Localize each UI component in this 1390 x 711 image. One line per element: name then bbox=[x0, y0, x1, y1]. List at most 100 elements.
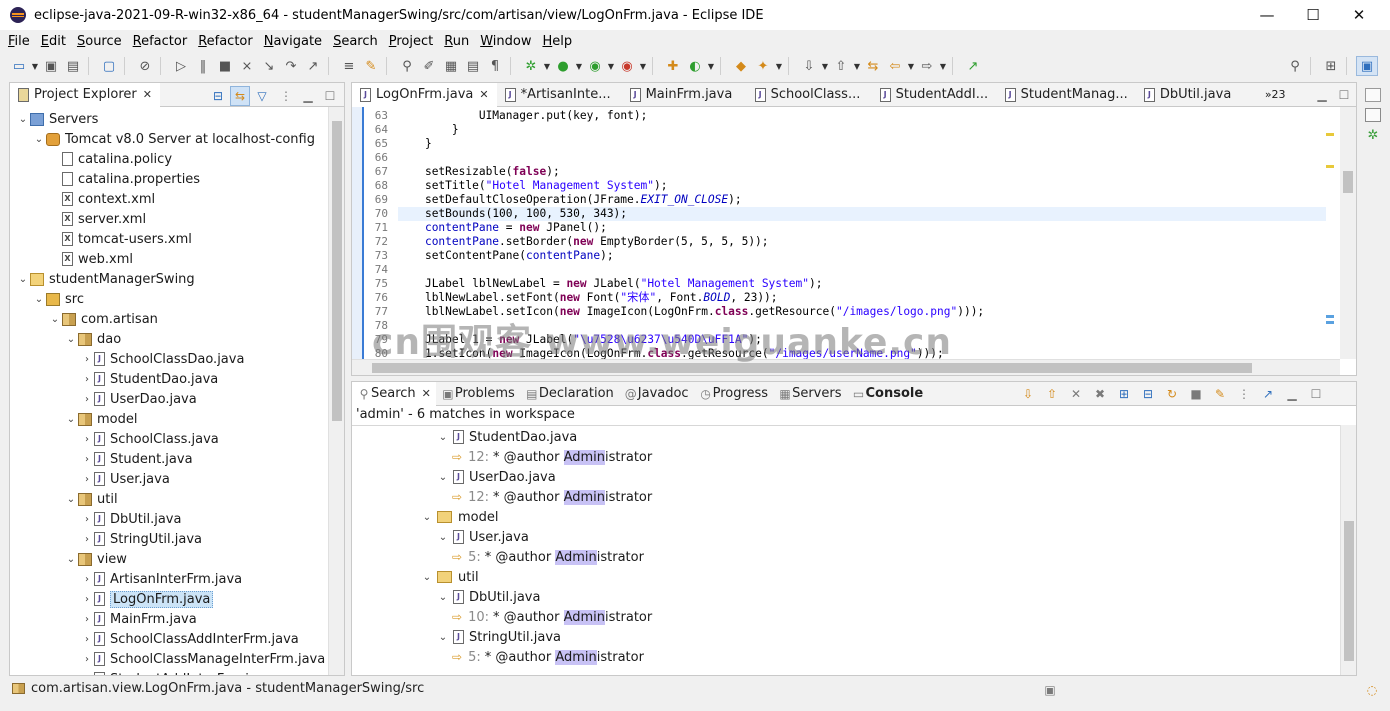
explorer-scrollbar[interactable] bbox=[328, 107, 344, 675]
maximize-view-icon[interactable]: ☐ bbox=[1306, 384, 1326, 404]
external-tools-icon[interactable]: ◉ bbox=[616, 56, 638, 76]
pin-icon[interactable]: ⚲ bbox=[396, 56, 418, 76]
word-wrap-icon[interactable]: ▤ bbox=[462, 56, 484, 76]
tree-item[interactable]: ⌄ Servers bbox=[16, 109, 99, 129]
chevron-right-icon[interactable]: › bbox=[80, 454, 94, 465]
last-edit-location-icon[interactable]: ⇆ bbox=[862, 56, 884, 76]
step-return-icon[interactable]: ↗ bbox=[302, 56, 324, 76]
code-line[interactable] bbox=[398, 151, 1326, 165]
chevron-right-icon[interactable]: › bbox=[80, 634, 94, 645]
search-result-node[interactable]: ⌄ StudentDao.java bbox=[436, 427, 577, 447]
new-class-dropdown-icon[interactable]: ▼ bbox=[706, 56, 716, 76]
chevron-down-icon[interactable]: ⌄ bbox=[16, 114, 30, 125]
code-line[interactable]: lblNewLabel.setFont(new Font("宋体", Font.… bbox=[398, 291, 1326, 305]
chevron-down-icon[interactable]: ⌄ bbox=[436, 592, 450, 603]
tree-item[interactable]: ⌄ com.artisan bbox=[48, 309, 158, 329]
chevron-right-icon[interactable]: › bbox=[80, 354, 94, 365]
minimize-view-icon[interactable]: ▁ bbox=[298, 86, 318, 106]
tree-item[interactable]: › SchoolClassAddInterFrm.java bbox=[80, 629, 299, 649]
outline-icon[interactable] bbox=[1365, 108, 1381, 122]
search-match[interactable]: ⇨ 12: * @author Admin istrator bbox=[452, 487, 652, 507]
search-result-node[interactable]: ⌄ StringUtil.java bbox=[436, 627, 561, 647]
tree-item[interactable]: web.xml bbox=[48, 249, 133, 269]
remove-all-matches-icon[interactable]: ✖ bbox=[1090, 384, 1110, 404]
new-dropdown-icon[interactable]: ▼ bbox=[30, 56, 40, 76]
link-with-editor-icon[interactable]: ⇆ bbox=[230, 86, 250, 106]
search-result-node[interactable]: ⌄ util bbox=[420, 567, 479, 587]
explorer-scrollbar-thumb[interactable] bbox=[332, 121, 342, 421]
tab-console[interactable]: ▭ Console bbox=[846, 382, 928, 406]
terminate-icon[interactable]: ■ bbox=[214, 56, 236, 76]
search-result-node[interactable]: ⌄ UserDao.java bbox=[436, 467, 556, 487]
editor-vertical-scrollbar[interactable] bbox=[1340, 107, 1356, 359]
maximize-view-icon[interactable]: ☐ bbox=[320, 86, 340, 106]
tab-servers[interactable]: ▦ Servers bbox=[773, 382, 846, 406]
collapse-all-icon[interactable]: ⊟ bbox=[1138, 384, 1158, 404]
code-line[interactable]: contentPane = new JPanel(); bbox=[398, 221, 1326, 235]
menu-search[interactable]: Search bbox=[333, 34, 378, 49]
code-line[interactable] bbox=[398, 263, 1326, 277]
menu-file[interactable]: File bbox=[8, 34, 30, 49]
skip-breakpoints-icon[interactable]: ⊘ bbox=[134, 56, 156, 76]
chevron-right-icon[interactable]: › bbox=[80, 614, 94, 625]
chevron-right-icon[interactable]: › bbox=[80, 594, 94, 605]
editor-tab[interactable]: LogOnFrm.java ✕ bbox=[352, 83, 497, 107]
tree-item[interactable]: › DbUtil.java bbox=[80, 509, 181, 529]
view-menu-icon[interactable]: ⋮ bbox=[276, 86, 296, 106]
chevron-down-icon[interactable]: ⌄ bbox=[64, 494, 78, 505]
menu-edit[interactable]: Edit bbox=[41, 34, 66, 49]
tree-item[interactable]: catalina.properties bbox=[48, 169, 200, 189]
code-line[interactable]: setBounds(100, 100, 530, 343); bbox=[398, 207, 1326, 221]
tree-item[interactable]: › SchoolClass.java bbox=[80, 429, 219, 449]
search-result-node[interactable]: ⌄ DbUtil.java bbox=[436, 587, 541, 607]
tree-item[interactable]: server.xml bbox=[48, 209, 146, 229]
view-menu-icon[interactable]: ⋮ bbox=[1234, 384, 1254, 404]
open-perspective-icon[interactable]: ⊞ bbox=[1320, 56, 1342, 76]
close-icon[interactable]: ✕ bbox=[422, 387, 431, 400]
chevron-right-icon[interactable]: › bbox=[80, 394, 94, 405]
next-match-icon[interactable]: ⇩ bbox=[1018, 384, 1038, 404]
search-scrollbar-thumb[interactable] bbox=[1344, 521, 1354, 661]
tree-item[interactable]: › UserDao.java bbox=[80, 389, 197, 409]
run-dropdown-icon[interactable]: ▼ bbox=[574, 56, 584, 76]
code-line[interactable]: contentPane.setBorder(new EmptyBorder(5,… bbox=[398, 235, 1326, 249]
show-whitespace-icon[interactable]: ¶ bbox=[484, 56, 506, 76]
previous-annotation-dropdown-icon[interactable]: ▼ bbox=[852, 56, 862, 76]
new-java-package-icon[interactable]: ✚ bbox=[662, 56, 684, 76]
close-icon[interactable]: ✕ bbox=[143, 88, 152, 101]
tree-item[interactable]: › StringUtil.java bbox=[80, 529, 202, 549]
restore-icon[interactable] bbox=[1365, 88, 1381, 102]
terminal-icon[interactable]: ▢ bbox=[98, 56, 120, 76]
chevron-down-icon[interactable]: ⌄ bbox=[48, 314, 62, 325]
back-dropdown-icon[interactable]: ▼ bbox=[906, 56, 916, 76]
tree-item[interactable]: ⌄ src bbox=[32, 289, 84, 309]
tab-declaration[interactable]: ▤ Declaration bbox=[520, 382, 619, 406]
editor-tab[interactable]: *ArtisanInte... bbox=[497, 83, 622, 107]
code-line[interactable]: setContentPane(contentPane); bbox=[398, 249, 1326, 263]
close-button[interactable]: ✕ bbox=[1336, 0, 1382, 30]
minimize-view-icon[interactable]: ▁ bbox=[1312, 85, 1332, 105]
open-type-icon[interactable]: ◆ bbox=[730, 56, 752, 76]
chevron-down-icon[interactable]: ⌄ bbox=[64, 334, 78, 345]
tree-item[interactable]: › MainFrm.java bbox=[80, 609, 197, 629]
search-match[interactable]: ⇨ 12: * @author Admin istrator bbox=[452, 447, 652, 467]
tree-item[interactable]: › StudentDao.java bbox=[80, 369, 218, 389]
maximize-view-icon[interactable]: ☐ bbox=[1334, 85, 1354, 105]
search-icon[interactable]: ⚲ bbox=[1284, 56, 1306, 76]
debug-dropdown-icon[interactable]: ▼ bbox=[542, 56, 552, 76]
minimize-button[interactable]: — bbox=[1244, 0, 1290, 30]
code-line[interactable]: } bbox=[398, 123, 1326, 137]
tree-item[interactable]: › User.java bbox=[80, 469, 170, 489]
tree-item[interactable]: › Student.java bbox=[80, 449, 193, 469]
chevron-right-icon[interactable]: › bbox=[80, 674, 94, 676]
toggle-mark-icon[interactable]: ≡ bbox=[338, 56, 360, 76]
maximize-button[interactable]: ☐ bbox=[1290, 0, 1336, 30]
tree-item[interactable]: › StudentAddInterFrm.java bbox=[80, 669, 273, 675]
code-line[interactable]: setResizable(false); bbox=[398, 165, 1326, 179]
run-icon[interactable]: ● bbox=[552, 56, 574, 76]
menu-navigate[interactable]: Navigate bbox=[264, 34, 322, 49]
new-icon[interactable]: ▭ bbox=[8, 56, 30, 76]
search-scrollbar[interactable] bbox=[1340, 425, 1356, 675]
tab-progress[interactable]: ◷ Progress bbox=[694, 382, 773, 406]
chevron-down-icon[interactable]: ⌄ bbox=[436, 632, 450, 643]
